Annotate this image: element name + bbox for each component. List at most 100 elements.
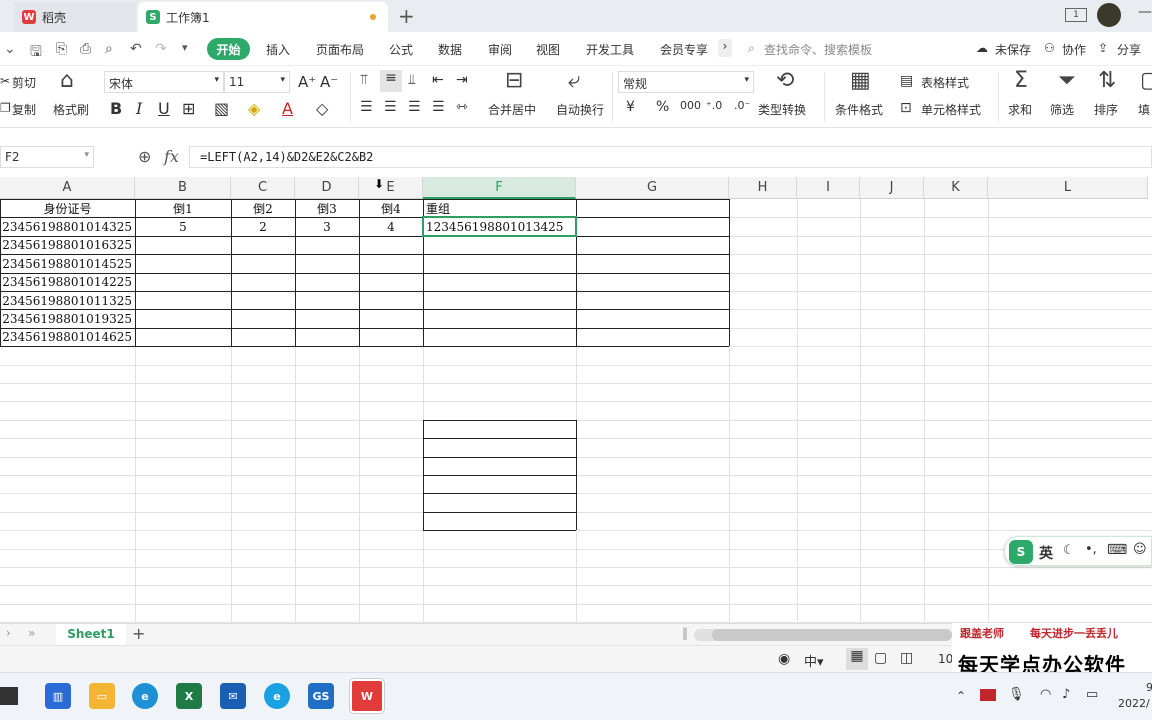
column-header-j[interactable]: J (860, 177, 924, 199)
file-explorer-icon[interactable]: ▭ (89, 683, 115, 709)
currency-button[interactable]: ¥ (626, 99, 635, 115)
menu-data[interactable]: 数据 (438, 41, 462, 58)
font-size-select[interactable]: 11 ▾ (224, 71, 290, 93)
unsaved-label[interactable]: 未保存 (995, 41, 1031, 58)
menu-chevron-icon[interactable]: ⌄ (4, 41, 16, 57)
sort-icon[interactable]: ⇅ (1098, 68, 1116, 93)
add-sheet-icon[interactable]: + (132, 624, 145, 643)
sheet-tab[interactable]: Sheet1 (56, 624, 126, 645)
percent-button[interactable]: % (656, 99, 669, 115)
wrap-icon[interactable]: ⤶ (568, 68, 580, 93)
menu-member[interactable]: 会员专享 (660, 41, 708, 58)
mail-icon[interactable]: ✉ (220, 683, 246, 709)
export-icon[interactable]: ⎘ (56, 41, 67, 57)
fill-color-icon[interactable]: ◈ (248, 99, 260, 118)
indent-increase-icon[interactable]: ⇥ (456, 72, 468, 88)
spreadsheet-grid[interactable]: A B C D E F G H I J K L 身份证号 倒1 倒2 倒3 倒4 重组 12345619880101… (0, 177, 1152, 623)
collab-button[interactable]: 协作 (1062, 41, 1086, 58)
justify-icon[interactable]: ☰ (432, 99, 445, 115)
column-header-d[interactable]: D (295, 177, 359, 199)
ie-icon[interactable]: e (264, 683, 290, 709)
horizontal-scrollbar[interactable] (694, 629, 952, 641)
header-cell-a[interactable]: 身份证号 (0, 199, 135, 218)
avatar[interactable] (1097, 3, 1121, 27)
number-format-select[interactable]: 常规 ▾ (618, 71, 754, 93)
zoom-search-icon[interactable]: ⊕ (138, 147, 151, 166)
print-icon[interactable]: ⎙ (80, 41, 91, 57)
align-center-icon[interactable]: ☰ (384, 99, 397, 115)
increase-decimal-icon[interactable]: ⁺.0 (706, 99, 722, 112)
cell-d2[interactable]: 3 (295, 217, 359, 236)
clear-icon[interactable]: ◇ (316, 99, 328, 118)
window-layout-icon[interactable]: 1 (1065, 8, 1087, 22)
fx-icon[interactable]: fx (164, 147, 179, 166)
menu-start[interactable]: 开始 (207, 38, 250, 60)
user-icon[interactable]: ☺ (1133, 542, 1147, 557)
cell-a4[interactable]: 123456198801014525 (0, 254, 135, 273)
excel-icon[interactable]: X (176, 683, 202, 709)
cell-a2[interactable]: 123456198801014325 (0, 217, 135, 236)
menu-more-icon[interactable]: › (718, 39, 732, 57)
align-left-icon[interactable]: ☰ (360, 99, 373, 115)
print-preview-icon[interactable]: ⌕ (105, 41, 113, 57)
font-name-select[interactable]: 宋体 ▾ (104, 71, 224, 93)
format-painter-button[interactable]: 格式刷 (53, 101, 89, 118)
decrease-font-icon[interactable]: A⁻ (320, 73, 338, 91)
cell-a5[interactable]: 123456198801014225 (0, 273, 135, 292)
moon-icon[interactable]: ☾ (1063, 543, 1075, 558)
menu-page-layout[interactable]: 页面布局 (316, 41, 364, 58)
tray-app-icon[interactable] (980, 689, 996, 701)
align-top-icon[interactable]: ⫪ (360, 72, 368, 88)
cell-b2[interactable]: 5 (135, 217, 231, 236)
tab-docer[interactable]: W 稻壳 (14, 2, 136, 32)
scroll-thumb[interactable] (712, 629, 952, 641)
header-cell-f[interactable]: 重组 (423, 199, 576, 218)
mic-icon[interactable]: 🎙 (1008, 687, 1025, 702)
name-box[interactable]: F2 ▾ (0, 146, 94, 168)
header-cell-c[interactable]: 倒2 (231, 199, 295, 218)
column-header-g[interactable]: G (576, 177, 729, 199)
wifi-icon[interactable]: ◠ (1040, 687, 1051, 702)
column-header-a[interactable]: A (0, 177, 135, 199)
table-style-button[interactable]: 表格样式 (921, 74, 969, 91)
cell-a7[interactable]: 123456198801019325 (0, 309, 135, 328)
column-header-h[interactable]: H (729, 177, 797, 199)
align-bottom-icon[interactable]: ⫫ (408, 72, 416, 88)
font-color-icon[interactable]: A (282, 99, 293, 118)
taskview-icon[interactable] (0, 687, 18, 705)
eye-protect-icon[interactable]: ◉ (778, 651, 790, 667)
last-sheet-icon[interactable]: » (28, 626, 35, 640)
cond-format-icon[interactable]: ▦ (850, 68, 871, 93)
increase-font-icon[interactable]: A⁺ (298, 73, 316, 91)
menu-developer[interactable]: 开发工具 (586, 41, 634, 58)
menu-insert[interactable]: 插入 (266, 41, 290, 58)
page-layout-view-icon[interactable]: ▢ (874, 650, 887, 666)
customize-icon[interactable]: ▾ (182, 41, 188, 54)
fill-icon[interactable]: ▢ (1140, 68, 1152, 93)
cell-c2[interactable]: 2 (231, 217, 295, 236)
prev-sheet-icon[interactable]: › (6, 626, 11, 640)
italic-button[interactable]: I (136, 99, 142, 118)
selected-cell-f2[interactable] (422, 216, 577, 237)
wps-icon[interactable]: W (350, 679, 384, 713)
redo-icon[interactable]: ↷ (155, 41, 167, 57)
column-header-k[interactable]: K (924, 177, 988, 199)
new-tab-icon[interactable]: + (398, 4, 415, 28)
normal-view-icon[interactable]: ▦ (846, 648, 868, 670)
cell-a6[interactable]: 123456198801011325 (0, 291, 135, 310)
gs-icon[interactable]: GS (308, 683, 334, 709)
cut-button[interactable]: 剪切 (12, 74, 36, 91)
clock-time[interactable]: 9 (1146, 681, 1152, 694)
page-break-view-icon[interactable]: ◫ (900, 650, 913, 666)
edge-icon[interactable]: e (132, 683, 158, 709)
share-button[interactable]: 分享 (1117, 41, 1141, 58)
punctuation-icon[interactable]: •, (1085, 542, 1097, 557)
ime-toolbar[interactable]: S 英 ☾ •, ⌨ ☺ (1004, 536, 1152, 566)
filter-button[interactable]: 筛选 (1050, 101, 1074, 118)
header-cell-d[interactable]: 倒3 (295, 199, 359, 218)
decrease-decimal-icon[interactable]: .0⁻ (734, 99, 750, 112)
column-header-b[interactable]: B (135, 177, 231, 199)
cell-style-button[interactable]: 单元格样式 (921, 101, 981, 118)
cell-e2[interactable]: 4 (359, 217, 423, 236)
keyboard-icon[interactable]: ⌨ (1107, 542, 1127, 558)
